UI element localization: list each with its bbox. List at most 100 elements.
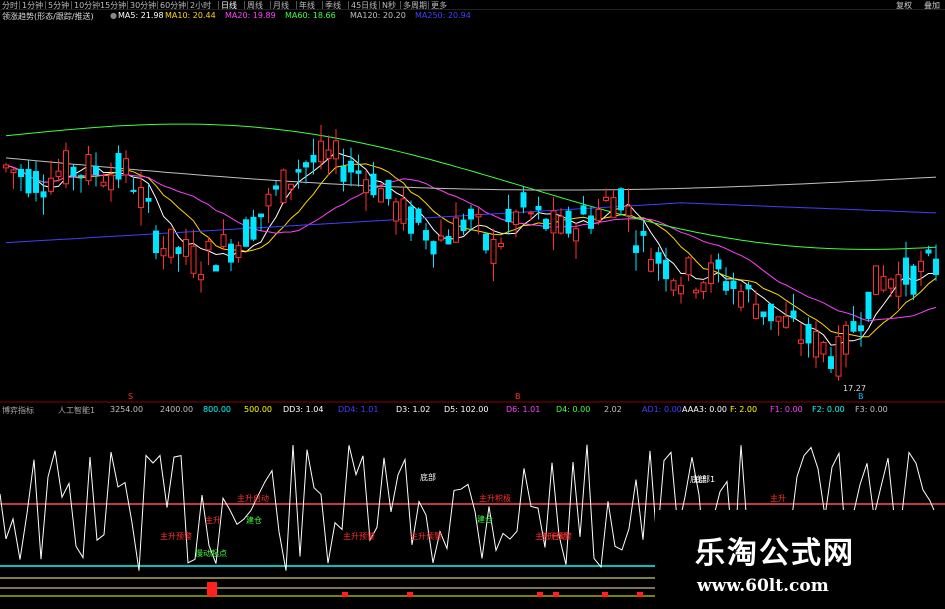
indicator-value-6: D3: 1.02 — [396, 405, 431, 414]
overlay-button[interactable]: 叠加 — [924, 0, 940, 11]
candle-body — [505, 208, 512, 223]
candle-body — [303, 162, 309, 168]
restore-rights-button[interactable]: 复权 — [896, 0, 912, 11]
tab-separator — [244, 1, 245, 9]
indicator-annotation: 主升预警 — [160, 531, 192, 541]
candle-body — [18, 168, 24, 178]
tab-13[interactable]: 45日线 — [351, 0, 377, 11]
candle-body — [670, 280, 677, 291]
tab-separator — [379, 1, 380, 9]
candle-body — [678, 285, 684, 295]
tab-separator — [270, 1, 271, 9]
tab-10[interactable]: 月线 — [273, 0, 289, 11]
candle-body — [3, 164, 9, 169]
candle-body — [558, 215, 564, 234]
tab-separator — [157, 1, 158, 9]
bottom-signal-marker — [407, 592, 413, 597]
candle-body — [310, 154, 317, 163]
candle-body — [760, 311, 767, 318]
candle-body — [205, 240, 212, 251]
indicator-value-1: 2400.00 — [160, 405, 194, 414]
candle-body — [663, 259, 669, 280]
candle-body — [528, 212, 534, 215]
candle-body — [820, 341, 827, 355]
candle-body — [580, 205, 587, 215]
candle-body — [318, 140, 324, 163]
candle-body — [370, 173, 377, 196]
candle-body — [400, 198, 407, 224]
tab-15[interactable]: 多周期 — [403, 0, 427, 11]
tab-5[interactable]: 30分钟 — [130, 0, 156, 11]
indicator-value-10: 2.02 — [604, 405, 622, 414]
candle-body — [33, 171, 39, 193]
candle-body — [153, 230, 159, 254]
tab-2[interactable]: 5分钟 — [48, 0, 69, 11]
tab-separator — [296, 1, 297, 9]
tab-separator — [187, 1, 188, 9]
candle-body — [333, 140, 339, 160]
tab-0[interactable]: 分时 — [2, 0, 18, 11]
candle-body — [130, 189, 137, 192]
indicator-value-3: 500.00 — [244, 405, 272, 414]
tab-16[interactable]: 更多 — [431, 0, 447, 11]
tab-separator — [45, 1, 46, 9]
watermark-url: www.60lt.com — [697, 576, 829, 596]
candle-body — [783, 315, 789, 328]
candle-body — [93, 165, 99, 176]
candle-body — [843, 324, 849, 355]
candle-body — [888, 278, 894, 289]
indicator-value-4: DD3: 1.04 — [283, 405, 324, 414]
candle-body — [513, 211, 519, 225]
indicator-value-11: AD1: 0.00 — [642, 405, 682, 414]
candle-body — [753, 303, 759, 319]
candle-body — [603, 196, 609, 201]
tab-12[interactable]: 季线 — [325, 0, 341, 11]
tab-1[interactable]: 1分钟 — [22, 0, 43, 11]
candle-body — [355, 170, 362, 174]
candle-body — [805, 324, 812, 344]
tab-14[interactable]: N秒 — [382, 0, 396, 11]
indicator-value-16: F3: 0.00 — [855, 405, 888, 414]
low-price-label: 17.27 — [843, 384, 866, 393]
indicator-value-14: F1: 0.00 — [770, 405, 803, 414]
candle-body — [648, 258, 654, 272]
candle-body — [775, 316, 782, 322]
candle-body — [633, 245, 639, 253]
candle-body — [768, 303, 774, 322]
candle-body — [610, 197, 617, 218]
candle-body — [828, 356, 834, 369]
candle-body — [108, 174, 114, 191]
candle-body — [138, 186, 144, 209]
formula-title[interactable]: 领涨趋势(形态/跟踪/推送) — [2, 11, 94, 22]
bottom-signal-block — [207, 582, 217, 596]
candle-body — [933, 258, 939, 275]
candle-body — [723, 281, 729, 291]
ma-line-120 — [5, 157, 937, 191]
candle-body — [873, 265, 879, 295]
candle-body — [858, 325, 864, 332]
candle-body — [490, 238, 497, 264]
candle-body — [415, 208, 422, 223]
tab-8[interactable]: 日线 — [221, 0, 237, 11]
candle-body — [175, 247, 182, 255]
tab-9[interactable]: 周线 — [247, 0, 263, 11]
tab-6[interactable]: 60分钟 — [160, 0, 186, 11]
ma-label-4: MA120: 20.20 — [350, 11, 406, 20]
tab-separator — [348, 1, 349, 9]
tab-separator — [218, 1, 219, 9]
candle-body — [280, 169, 287, 204]
candle-body — [393, 201, 399, 222]
settings-dot-icon[interactable]: ● — [110, 11, 117, 20]
indicator-name[interactable]: 博弈指标 — [2, 405, 34, 416]
candle-body — [85, 154, 92, 182]
tab-7[interactable]: 2小时 — [190, 0, 211, 11]
tab-4[interactable]: 15分钟 — [100, 0, 126, 11]
candle-body — [213, 265, 219, 272]
candlestick-chart[interactable]: SBB — [0, 24, 945, 404]
indicator-value-8: D6: 1.01 — [506, 405, 541, 414]
candle-body — [565, 210, 572, 234]
candle-body — [40, 191, 47, 198]
candle-body — [220, 234, 227, 248]
candle-body — [573, 228, 579, 242]
tab-11[interactable]: 年线 — [299, 0, 315, 11]
